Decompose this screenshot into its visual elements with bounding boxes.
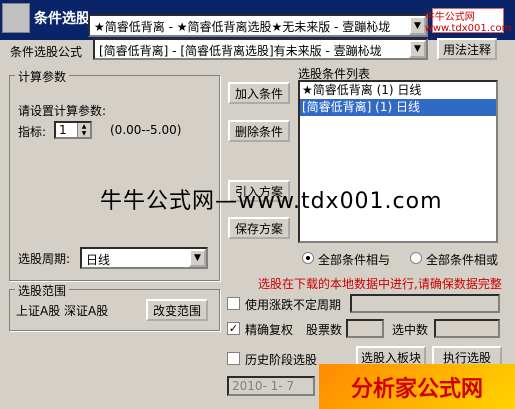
precise-adjust-checkbox[interactable]: ✓	[227, 322, 240, 335]
history-stage-checkbox[interactable]	[227, 352, 240, 365]
indicator-range: (0.00--5.00)	[110, 123, 182, 137]
formula-top-combo[interactable]: ★简睿低背离 - ★简睿低背离选股★无未来版 - 壹蹦杺垅 ▼	[88, 14, 428, 37]
and-radio[interactable]	[302, 252, 314, 264]
watermark-stamp-top: 牛牛公式网 www.tdx001.com	[425, 8, 511, 34]
selected-count-field	[434, 319, 500, 338]
formula-top-value: ★简睿低背离 - ★简睿低背离选股★无未来版 - 壹蹦杺垅	[94, 20, 391, 34]
stock-count-label: 股票数	[306, 323, 343, 337]
range-group-title: 选股范围	[15, 282, 70, 299]
stock-count-field	[346, 319, 384, 338]
uncertain-period-checkbox[interactable]	[227, 297, 240, 310]
spinner-icon[interactable]: ▲ ▼	[77, 123, 90, 137]
save-plan-button[interactable]: 保存方案	[228, 217, 290, 239]
change-range-button[interactable]: 改变范围	[146, 299, 208, 321]
indicator-label: 指标:	[18, 125, 47, 139]
notice-text: 选股在下载的本地数据中进行,请确保数据完整	[258, 277, 502, 291]
selected-count-label: 选中数	[392, 323, 429, 337]
date-value: 2010- 1- 7	[232, 379, 295, 393]
params-group-title: 计算参数	[15, 68, 70, 85]
usage-button[interactable]: 用法注释	[437, 38, 497, 60]
range-value: 上证A股 深证A股	[16, 304, 109, 318]
condition-item[interactable]: ★简睿低背离 (1) 日线	[300, 82, 496, 99]
add-condition-button[interactable]: 加入条件	[228, 82, 290, 104]
period-label: 选股周期:	[18, 252, 71, 266]
chevron-down-icon[interactable]: ▼	[189, 249, 206, 267]
formula-value: [简睿低背离] - [简睿低背离选股]有未来版 - 壹蹦杺垅	[99, 44, 382, 58]
conditions-list[interactable]: ★简睿低背离 (1) 日线 [简睿低背离] (1) 日线	[298, 80, 498, 243]
or-label: 全部条件相或	[426, 253, 499, 267]
uncertain-period-label: 使用涨跌不定周期	[245, 298, 342, 312]
chevron-down-icon[interactable]: ▼	[409, 40, 426, 58]
indicator-input[interactable]: 1 ▲ ▼	[54, 121, 92, 139]
date-picker[interactable]: 2010- 1- 7	[227, 376, 315, 396]
center-watermark: 牛牛公式网—www.tdx001.com	[100, 189, 443, 214]
formula-label: 条件选股公式	[10, 45, 83, 59]
params-prompt: 请设置计算参数:	[18, 104, 107, 118]
chevron-down-icon[interactable]: ▼	[409, 16, 426, 35]
period-value: 日线	[86, 253, 111, 267]
period-select[interactable]: 日线 ▼	[80, 247, 208, 269]
indicator-value: 1	[59, 123, 67, 137]
remove-condition-button[interactable]: 删除条件	[228, 120, 290, 142]
history-stage-label: 历史阶段选股	[245, 353, 318, 367]
precise-adjust-label: 精确复权	[245, 323, 294, 337]
or-radio[interactable]	[410, 252, 422, 264]
uncertain-period-field[interactable]	[350, 294, 500, 313]
app-icon	[2, 3, 30, 33]
condition-item-selected[interactable]: [简睿低背离] (1) 日线	[300, 99, 496, 116]
window-title: 条件选股	[34, 11, 90, 27]
and-label: 全部条件相与	[318, 253, 391, 267]
formula-combo[interactable]: [简睿低背离] - [简睿低背离选股]有未来版 - 壹蹦杺垅 ▼	[93, 38, 428, 60]
logo-watermark: 分析家公式网	[319, 364, 515, 409]
